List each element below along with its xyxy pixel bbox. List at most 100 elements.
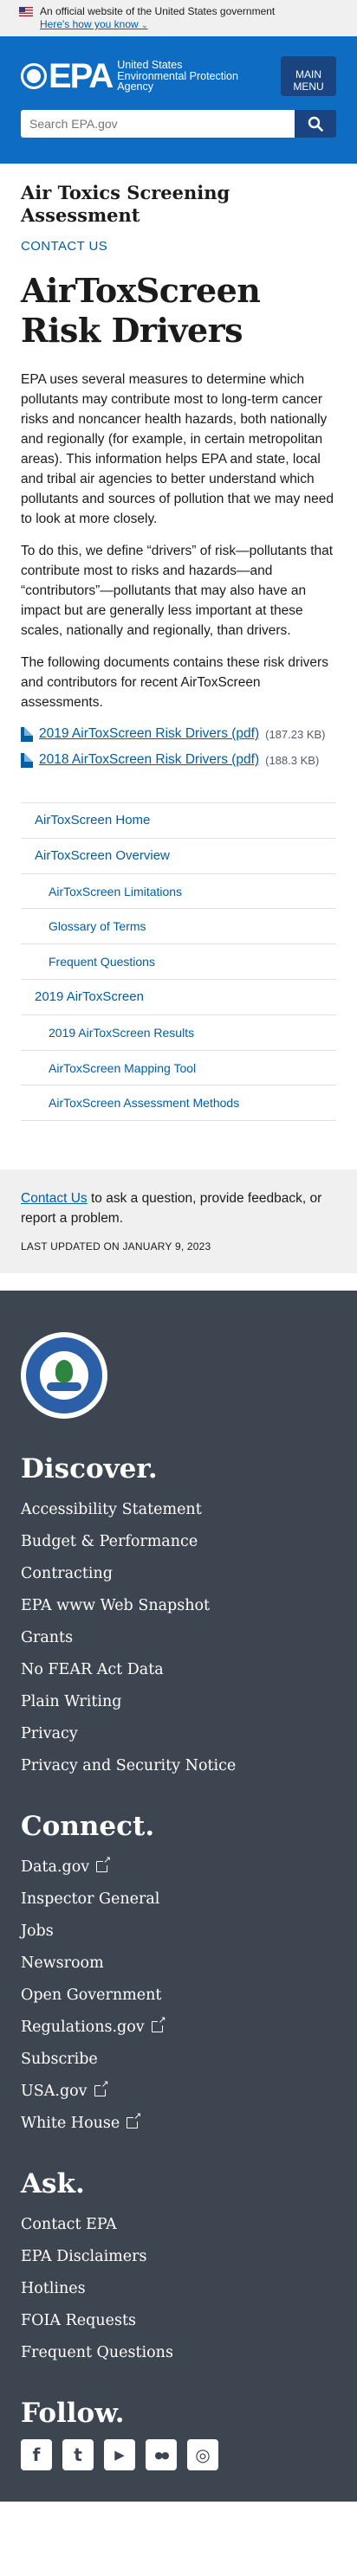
footer-link[interactable]: Privacy <box>21 1717 336 1749</box>
footer-link[interactable]: Contact EPA <box>21 2208 336 2240</box>
paragraph: To do this, we define “drivers” of risk—… <box>21 544 334 638</box>
external-link-icon <box>151 2015 166 2033</box>
footer-link[interactable]: Jobs <box>21 1915 336 1947</box>
epa-seal-logo <box>21 1332 107 1420</box>
external-link-icon <box>127 2111 142 2129</box>
footer-link[interactable]: No FEAR Act Data <box>21 1653 336 1685</box>
footer-link[interactable]: FOIA Requests <box>21 2304 336 2336</box>
document-link[interactable]: 2018 AirToxScreen Risk Drivers (pdf) <box>39 752 259 768</box>
footer-heading-connect: Connect. <box>21 1811 155 1843</box>
footer-heading-follow: Follow. <box>21 2398 125 2430</box>
epa-logo-subtext: United States Environmental Protection A… <box>117 59 238 93</box>
file-size: (188.3 KB) <box>265 753 320 767</box>
footer-link[interactable]: Inspector General <box>21 1883 336 1915</box>
heres-how-you-know-link[interactable]: Here's how you know ⌄ <box>40 18 148 32</box>
footer-link-label: Newsroom <box>21 1954 104 1972</box>
sidenav-item-mapping-tool[interactable]: AirToxScreen Mapping Tool <box>21 1049 336 1085</box>
contact-us-link[interactable]: CONTACT US <box>21 239 336 254</box>
epa-flower-icon <box>21 63 47 89</box>
sidenav-item-airtoxscreen-home[interactable]: AirToxScreen Home <box>21 802 336 838</box>
sidenav-item-2019-airtoxscreen[interactable]: 2019 AirToxScreen <box>21 978 336 1014</box>
footer-link[interactable]: Frequent Questions <box>21 2336 336 2368</box>
search-bar <box>21 110 336 138</box>
footer-link-label: Subscribe <box>21 2050 98 2068</box>
contact-band-text: Contact Us to ask a question, provide fe… <box>21 1188 336 1228</box>
chevron-down-icon: ⌄ <box>141 21 148 29</box>
search-button[interactable] <box>295 110 336 138</box>
instagram-icon[interactable]: ◎ <box>187 2439 218 2471</box>
footer-link[interactable]: Subscribe <box>21 2043 336 2075</box>
pdf-file-icon <box>21 726 33 742</box>
document-item: 2018 AirToxScreen Risk Drivers (pdf) (18… <box>21 752 336 768</box>
footer-link[interactable]: EPA www Web Snapshot <box>21 1589 336 1621</box>
footer-link-label: Open Government <box>21 1986 162 2004</box>
footer-link-label: USA.gov <box>21 2082 88 2100</box>
paragraph: The following documents contains these r… <box>21 655 328 710</box>
footer-discover-section: Discover. Accessibility Statement Budget… <box>21 1453 336 1781</box>
footer-link-external[interactable]: White House <box>21 2107 336 2139</box>
flickr-icon[interactable]: ●● <box>146 2439 177 2471</box>
footer-link-external[interactable]: Regulations.gov <box>21 2011 336 2043</box>
seal-flower-icon <box>55 1360 73 1383</box>
collection-title: Air Toxics Screening Assessment <box>21 182 230 226</box>
footer-link[interactable]: Contracting <box>21 1557 336 1589</box>
footer-follow-section: Follow. f t ▶ ●● ◎ <box>21 2398 336 2471</box>
main-menu-line2: MENU <box>293 80 324 93</box>
footer-link-label: Data.gov <box>21 1858 90 1876</box>
footer-link-label: Jobs <box>21 1922 54 1940</box>
document-link[interactable]: 2019 AirToxScreen Risk Drivers (pdf) <box>39 726 259 742</box>
footer-link-external[interactable]: USA.gov <box>21 2075 336 2107</box>
footer-link[interactable]: Accessibility Statement <box>21 1493 336 1525</box>
facebook-icon[interactable]: f <box>21 2439 52 2471</box>
sidenav-item-glossary[interactable]: Glossary of Terms <box>21 908 336 943</box>
youtube-icon[interactable]: ▶ <box>104 2439 135 2471</box>
footer-link-label: Inspector General <box>21 1890 160 1908</box>
search-input[interactable] <box>21 110 295 138</box>
site-header: EPA United States Environmental Protecti… <box>0 36 357 164</box>
us-flag-icon <box>19 7 33 16</box>
logo-row: EPA United States Environmental Protecti… <box>21 36 336 96</box>
site-footer: Discover. Accessibility Statement Budget… <box>0 1291 357 2502</box>
sidenav-item-assessment-methods[interactable]: AirToxScreen Assessment Methods <box>21 1085 336 1120</box>
sidenav-item-frequent-questions[interactable]: Frequent Questions <box>21 943 336 979</box>
footer-link[interactable]: Budget & Performance <box>21 1525 336 1557</box>
twitter-icon[interactable]: t <box>62 2439 94 2471</box>
pdf-file-icon <box>21 752 33 768</box>
paragraph: EPA uses several measures to determine w… <box>21 372 334 526</box>
footer-link[interactable]: EPA Disclaimers <box>21 2240 336 2272</box>
footer-link-label: Regulations.gov <box>21 2018 145 2036</box>
sidenav-item-airtoxscreen-overview[interactable]: AirToxScreen Overview <box>21 837 336 873</box>
epa-logo-link[interactable]: EPA United States Environmental Protecti… <box>21 59 238 93</box>
main-menu-button[interactable]: MAIN MENU <box>281 56 336 96</box>
search-icon <box>308 116 323 132</box>
footer-link[interactable]: Hotlines <box>21 2272 336 2304</box>
footer-link-external[interactable]: Data.gov <box>21 1851 336 1883</box>
social-links: f t ▶ ●● ◎ <box>21 2439 336 2471</box>
footer-link[interactable]: Newsroom <box>21 1947 336 1979</box>
footer-link[interactable]: Plain Writing <box>21 1685 336 1717</box>
footer-link[interactable]: Grants <box>21 1621 336 1653</box>
file-size: (187.23 KB) <box>265 727 326 741</box>
heres-how-you-know-label: Here's how you know <box>40 18 139 30</box>
contact-us-band-link[interactable]: Contact Us <box>21 1191 88 1206</box>
contact-band: Contact Us to ask a question, provide fe… <box>0 1169 357 1274</box>
footer-link[interactable]: Open Government <box>21 1979 336 2011</box>
external-link-icon <box>96 1855 112 1873</box>
footer-link-label: White House <box>21 2114 120 2132</box>
epa-logo-text: EPA <box>49 57 114 95</box>
main-content: Air Toxics Screening Assessment CONTACT … <box>0 182 357 1122</box>
external-link-icon <box>94 2079 109 2097</box>
side-navigation: AirToxScreen Home AirToxScreen Overview … <box>21 802 336 1122</box>
sidenav-item-2019-results[interactable]: 2019 AirToxScreen Results <box>21 1014 336 1050</box>
footer-ask-section: Ask. Contact EPA EPA Disclaimers Hotline… <box>21 2168 336 2368</box>
sidenav-item-limitations[interactable]: AirToxScreen Limitations <box>21 873 336 909</box>
gov-banner-row: An official website of the United States… <box>19 5 338 18</box>
document-list: 2019 AirToxScreen Risk Drivers (pdf) (18… <box>21 726 336 768</box>
gov-banner-text: An official website of the United States… <box>40 5 276 17</box>
footer-link[interactable]: Privacy and Security Notice <box>21 1749 336 1781</box>
footer-heading-ask: Ask. <box>21 2168 85 2200</box>
seal-water-icon <box>47 1382 81 1392</box>
document-item: 2019 AirToxScreen Risk Drivers (pdf) (18… <box>21 726 336 742</box>
gov-banner: An official website of the United States… <box>0 0 357 36</box>
last-updated: LAST UPDATED ON JANUARY 9, 2023 <box>21 1240 211 1253</box>
